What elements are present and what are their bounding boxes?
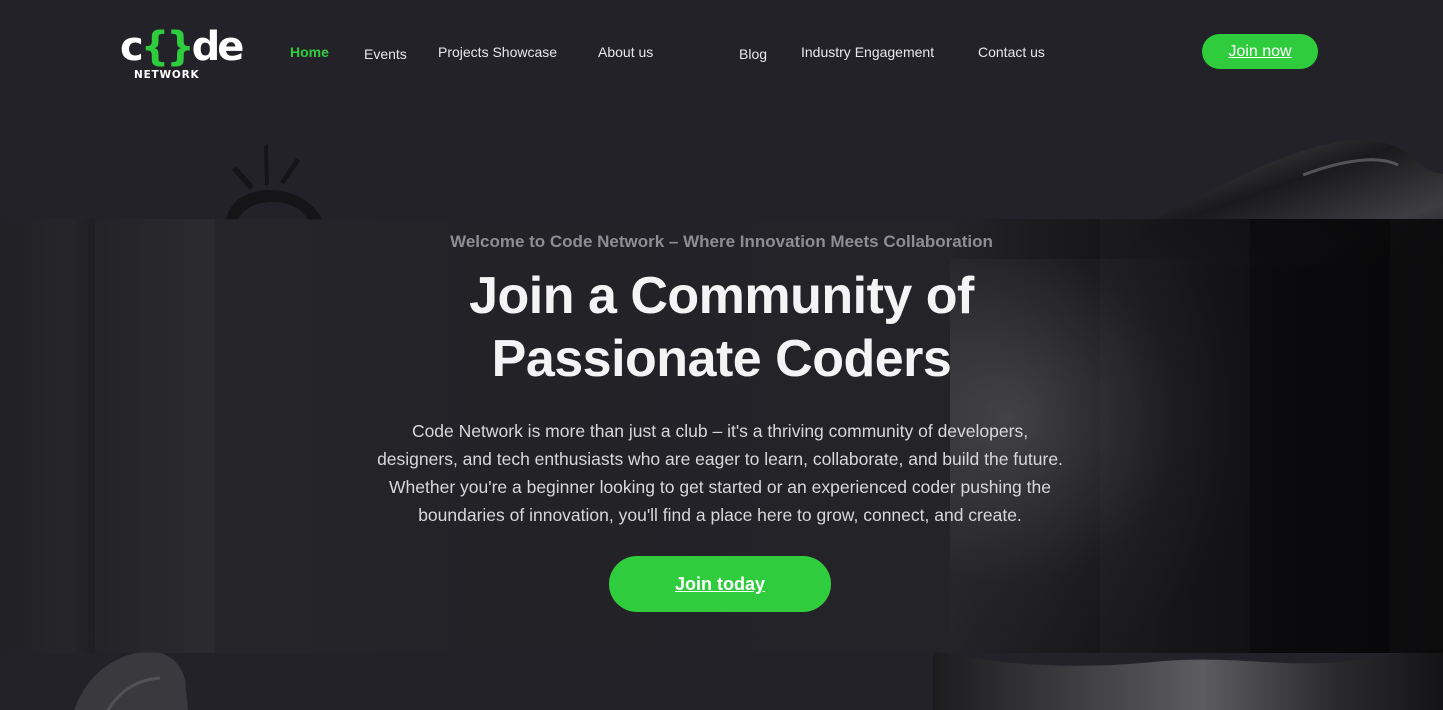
nav-item-projects-showcase[interactable]: Projects Showcase bbox=[438, 43, 557, 61]
nav-item-events[interactable]: Events bbox=[364, 45, 407, 63]
join-now-button[interactable]: Join now bbox=[1202, 34, 1318, 69]
nav-item-about-us[interactable]: About us bbox=[598, 43, 653, 61]
logo-subtext: NETWORK bbox=[134, 69, 200, 81]
hero-eyebrow: Welcome to Code Network – Where Innovati… bbox=[450, 232, 993, 251]
sun-decoration-icon bbox=[226, 144, 322, 220]
hero-description-line: Code Network is more than just a club – … bbox=[411, 421, 1029, 441]
nav-item-industry-engagement[interactable]: Industry Engagement bbox=[801, 43, 934, 61]
hero-description: Code Network is more than just a club – … bbox=[320, 417, 1120, 529]
hero-title-line: Passionate Coders bbox=[491, 330, 952, 388]
nav-item-blog[interactable]: Blog bbox=[739, 45, 767, 63]
join-today-button[interactable]: Join today bbox=[609, 556, 831, 612]
hero-title-line: Join a Community of bbox=[469, 267, 974, 325]
hero-description-line: designers, and tech enthusiasts who are … bbox=[377, 449, 1063, 469]
hero-description-line: Whether you're a beginner looking to get… bbox=[389, 477, 1051, 497]
hero-title: Join a Community of Passionate Coders bbox=[0, 265, 1443, 391]
code-network-logo[interactable]: c{}de NETWORK bbox=[120, 24, 244, 84]
nav-item-contact-us[interactable]: Contact us bbox=[978, 43, 1045, 61]
nav-item-home[interactable]: Home bbox=[290, 43, 329, 61]
site-header: c{}de NETWORK Home Events Projects Showc… bbox=[0, 0, 1443, 100]
logo-wordmark: c{}de bbox=[120, 24, 244, 70]
hero-description-line: boundaries of innovation, you'll find a … bbox=[418, 505, 1022, 525]
landing-page: c{}de NETWORK Home Events Projects Showc… bbox=[0, 0, 1443, 710]
